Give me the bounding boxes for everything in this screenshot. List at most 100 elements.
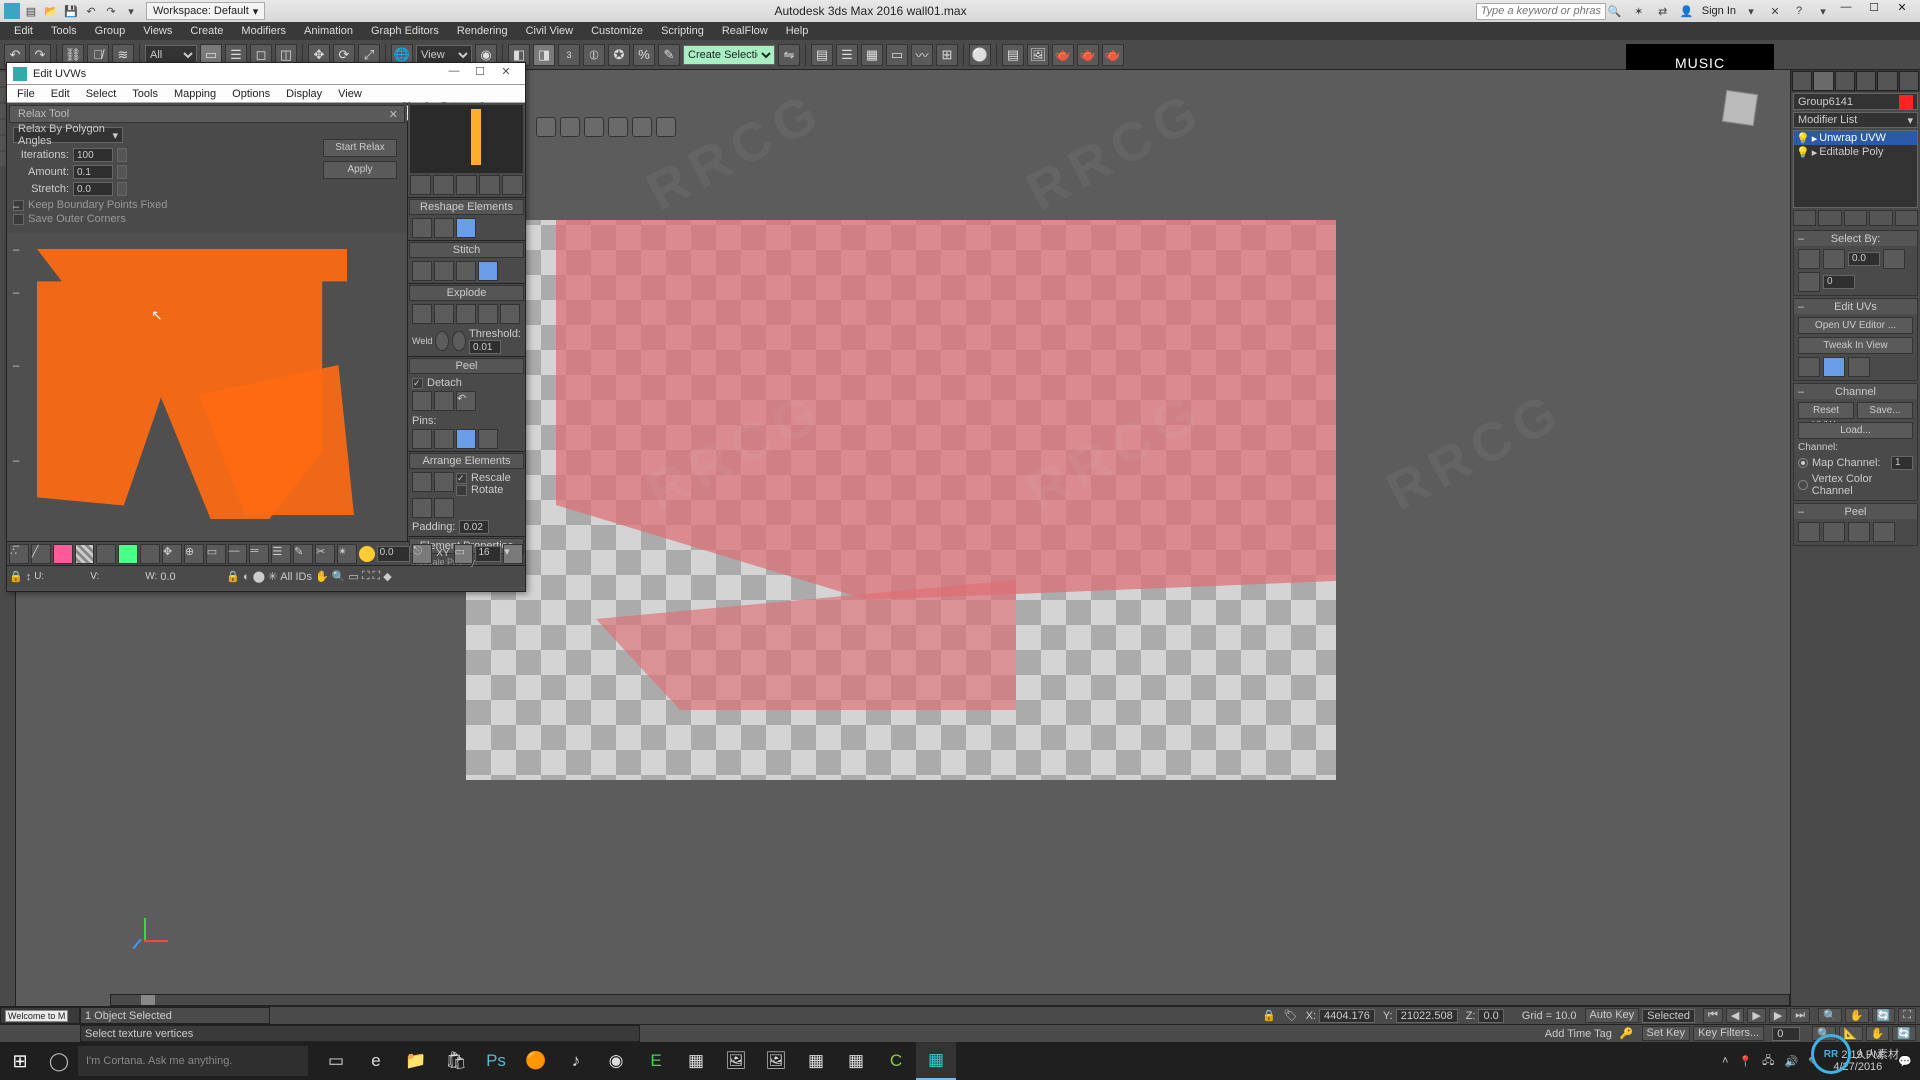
ribbon-button[interactable]: ▭ <box>886 44 908 66</box>
app-icon[interactable]: ▦ <box>836 1042 876 1080</box>
new-icon[interactable]: ▤ <box>22 3 40 19</box>
pin-stack-icon[interactable] <box>1793 210 1816 226</box>
nav-max-icon[interactable]: ⛶ <box>1898 1008 1916 1023</box>
tool-icon[interactable]: ✥ <box>162 544 182 564</box>
explode-icon[interactable] <box>456 304 476 324</box>
edituvs-rollout[interactable]: –Edit UVs <box>1794 299 1917 314</box>
named-selection[interactable]: Create Selection Se <box>683 45 775 65</box>
menu-help[interactable]: Help <box>778 23 817 39</box>
subobj-element-icon[interactable] <box>75 544 95 564</box>
map-channel-radio[interactable]: Map Channel:1 <box>1798 456 1913 470</box>
options-icon[interactable]: ▾ <box>503 544 523 564</box>
open-icon[interactable]: 📂 <box>42 3 60 19</box>
lock-icon[interactable]: 🔒 <box>9 570 23 583</box>
chrome-icon[interactable]: ◉ <box>596 1042 636 1080</box>
tool-icon[interactable] <box>140 544 160 564</box>
pin-icon[interactable] <box>478 429 498 449</box>
display-tab[interactable] <box>1877 71 1897 91</box>
chevron-down-icon[interactable]: ▾ <box>1814 3 1832 19</box>
nav-arc-icon[interactable]: 🔄 <box>1872 1008 1896 1023</box>
menu-customize[interactable]: Customize <box>583 23 651 39</box>
spinner-snap-button[interactable]: ✪ <box>608 44 630 66</box>
3dsmax-icon[interactable]: ▦ <box>916 1042 956 1080</box>
sel-spin[interactable]: 0.0 <box>1848 252 1880 266</box>
explode-rollout[interactable]: –Explode <box>409 285 524 301</box>
tray-up-icon[interactable]: ˄ <box>1722 1055 1728 1067</box>
hierarchy-tab[interactable] <box>1835 71 1855 91</box>
w-input[interactable]: 0.0 <box>160 571 200 583</box>
menu-mapping[interactable]: Mapping <box>170 86 220 102</box>
pack-icon[interactable] <box>434 498 454 518</box>
falloff-input[interactable]: 0.0 <box>377 546 411 562</box>
tool-icon[interactable]: ✂ <box>315 544 335 564</box>
spinner-arrows[interactable] <box>117 148 127 162</box>
apply-button[interactable]: Apply <box>323 161 397 179</box>
falloff-shape-icon[interactable]: ⎋ <box>412 544 432 564</box>
load-button[interactable]: Load... <box>1798 422 1913 439</box>
align-button[interactable]: ▤ <box>811 44 833 66</box>
stretch-input[interactable]: 0.0 <box>73 182 113 196</box>
globe-icon[interactable] <box>560 117 580 137</box>
play-icon[interactable]: ▶ <box>1747 1008 1765 1023</box>
zoom-region-icon[interactable]: ▭ <box>348 570 358 583</box>
peel-rollout[interactable]: –Peel <box>1794 504 1917 519</box>
detach-check[interactable]: Detach <box>412 377 521 389</box>
infocenter-icon[interactable]: 🔍 <box>1606 3 1624 19</box>
subscription-icon[interactable]: ✶ <box>1630 3 1648 19</box>
pin-icon[interactable] <box>456 429 476 449</box>
zoom-extents-sel-icon[interactable]: ⛶ <box>373 570 381 583</box>
tweak-in-view-button[interactable]: Tweak In View <box>1798 337 1913 354</box>
photoshop-icon[interactable]: Ps <box>476 1042 516 1080</box>
pin-icon[interactable] <box>434 429 454 449</box>
app-icon[interactable]: 🖼 <box>756 1042 796 1080</box>
minimize-button[interactable]: — <box>1832 1 1860 21</box>
stitch-icon[interactable] <box>412 261 432 281</box>
render-activeshade-button[interactable]: 🫖 <box>1102 44 1124 66</box>
pack-icon[interactable] <box>434 472 454 492</box>
menu-modifiers[interactable]: Modifiers <box>233 23 294 39</box>
pan-icon[interactable]: ✋ <box>315 570 329 583</box>
tool-icon[interactable]: ✎ <box>293 544 313 564</box>
zoom-icon[interactable]: 🔍 <box>332 570 346 583</box>
relax-until-flat-icon[interactable] <box>456 218 476 238</box>
start-relax-button[interactable]: Start Relax <box>323 139 397 157</box>
menu-view[interactable]: View <box>334 86 366 102</box>
create-tab[interactable] <box>1792 71 1812 91</box>
sel-elem-icon[interactable] <box>1823 249 1845 269</box>
sel-elem-icon[interactable] <box>1883 249 1905 269</box>
menu-file[interactable]: File <box>13 86 39 102</box>
modify-tab[interactable] <box>1813 71 1833 91</box>
stitch-rollout[interactable]: –Stitch <box>409 242 524 258</box>
itunes-icon[interactable]: ♪ <box>556 1042 596 1080</box>
help-icon[interactable]: ? <box>1790 3 1808 19</box>
network-icon[interactable]: 🖧 <box>1762 1052 1774 1071</box>
reshape-rollout[interactable]: –Reshape Elements <box>409 199 524 215</box>
sel-spin[interactable]: 0 <box>1823 275 1855 289</box>
object-name-input[interactable]: Group6141 <box>1793 93 1918 110</box>
angle-snap-button[interactable]: 3 <box>558 44 580 66</box>
redo-icon[interactable]: ↷ <box>102 3 120 19</box>
render-setup-button[interactable]: ▤ <box>1002 44 1024 66</box>
menu-display[interactable]: Display <box>282 86 326 102</box>
tool-icon[interactable]: ▭ <box>206 544 226 564</box>
keyfilters-button[interactable]: Key Filters... <box>1693 1026 1764 1041</box>
key-icon[interactable]: 🔑 <box>1620 1027 1634 1040</box>
straighten-icon[interactable] <box>412 218 432 238</box>
weld-selected-icon[interactable] <box>435 331 449 351</box>
undo-icon[interactable]: ↶ <box>82 3 100 19</box>
padding-input[interactable]: 0.02 <box>459 520 489 534</box>
menu-graph-editors[interactable]: Graph Editors <box>363 23 447 39</box>
app-icon[interactable]: 🖼 <box>716 1042 756 1080</box>
layer-explorer-button[interactable]: ▦ <box>861 44 883 66</box>
play-prev-icon[interactable]: ◀ <box>1726 1008 1744 1023</box>
peel-icon[interactable] <box>412 391 432 411</box>
grid-icon[interactable] <box>608 117 628 137</box>
tool-icon[interactable]: 🔒 <box>226 570 240 583</box>
lock-selection-icon[interactable]: 🔒 <box>1262 1009 1276 1022</box>
camtasia-icon[interactable]: C <box>876 1042 916 1080</box>
configure-icon[interactable] <box>1895 210 1918 226</box>
isolate-icon[interactable]: 🏷 <box>1284 1009 1298 1022</box>
material-editor-button[interactable]: ⚪ <box>969 44 991 66</box>
iterations-input[interactable]: 100 <box>73 148 113 162</box>
uv-tool-icon[interactable] <box>1823 357 1845 377</box>
